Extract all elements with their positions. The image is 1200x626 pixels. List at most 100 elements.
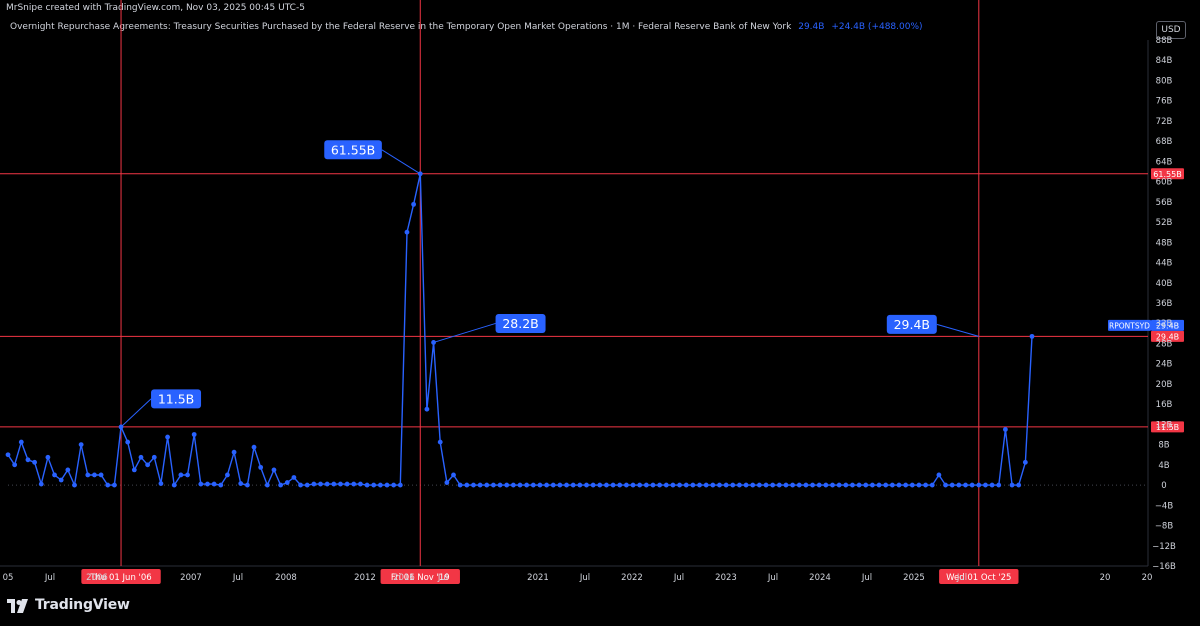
y-tick-label: 80B bbox=[1156, 76, 1173, 86]
data-point bbox=[976, 482, 982, 488]
data-point bbox=[198, 481, 204, 487]
data-point bbox=[983, 482, 988, 488]
data-point bbox=[557, 482, 563, 488]
data-point bbox=[896, 482, 902, 488]
data-point bbox=[304, 482, 310, 488]
data-point bbox=[444, 480, 450, 485]
data-point bbox=[969, 482, 975, 488]
data-point bbox=[45, 454, 51, 460]
data-point bbox=[544, 482, 549, 488]
data-point bbox=[351, 481, 357, 487]
data-point bbox=[437, 439, 443, 445]
data-point bbox=[105, 482, 111, 488]
data-point bbox=[484, 482, 490, 488]
data-point bbox=[324, 481, 330, 487]
data-point bbox=[125, 439, 131, 445]
data-point bbox=[5, 452, 11, 458]
data-point bbox=[929, 482, 935, 488]
data-point bbox=[830, 482, 835, 488]
y-tick-label: −8B bbox=[1155, 522, 1174, 532]
x-tick-label: 20 bbox=[1142, 573, 1153, 583]
data-point bbox=[25, 457, 31, 463]
callout-label: 61.55B bbox=[331, 142, 375, 157]
data-point bbox=[191, 432, 197, 437]
data-point bbox=[530, 482, 536, 488]
tradingview-logo-text: TradingView bbox=[35, 597, 130, 613]
data-point bbox=[331, 481, 337, 487]
data-point bbox=[271, 467, 277, 473]
x-tick-label: 2023 bbox=[715, 573, 737, 583]
y-tick-label: 60B bbox=[1156, 178, 1173, 188]
y-tick-label: −16B bbox=[1152, 562, 1176, 572]
price-chart[interactable]: 61.55B29.4B11.5BRPONTSYD 29.4BThu 01 Jun … bbox=[0, 0, 1200, 626]
x-tick-label: 2024 bbox=[809, 573, 831, 583]
y-tick-label: 20B bbox=[1156, 380, 1173, 390]
data-point bbox=[783, 482, 789, 488]
y-tick-label: 44B bbox=[1156, 259, 1173, 269]
data-point bbox=[564, 482, 569, 488]
data-point bbox=[291, 475, 297, 480]
data-point bbox=[424, 406, 430, 412]
x-tick-label: Jul bbox=[437, 573, 448, 583]
data-point bbox=[111, 482, 117, 488]
data-point bbox=[85, 472, 91, 478]
data-point bbox=[471, 482, 476, 488]
data-point bbox=[12, 462, 18, 468]
data-point bbox=[185, 472, 190, 478]
data-point bbox=[590, 482, 596, 488]
data-point bbox=[630, 482, 636, 488]
data-point bbox=[836, 482, 842, 488]
x-tick-label: 2012 bbox=[354, 573, 376, 583]
data-point bbox=[743, 482, 749, 488]
callout-label: 11.5B bbox=[158, 391, 194, 406]
x-tick-label: 2021 bbox=[527, 573, 549, 583]
data-point bbox=[916, 482, 922, 488]
x-tick-label: 2006 bbox=[86, 573, 108, 583]
y-tick-label: 16B bbox=[1156, 400, 1173, 410]
data-point bbox=[856, 482, 862, 488]
data-point bbox=[78, 442, 84, 448]
data-point bbox=[657, 482, 663, 488]
data-point bbox=[457, 482, 463, 488]
data-point bbox=[750, 482, 756, 488]
x-tick-label: 2025 bbox=[903, 573, 925, 583]
tradingview-logo[interactable]: TradingView bbox=[7, 597, 130, 613]
data-point bbox=[637, 482, 643, 488]
data-point bbox=[358, 481, 363, 487]
x-tick-label: Jul bbox=[673, 573, 684, 583]
data-point bbox=[211, 481, 217, 487]
y-tick-label: 24B bbox=[1156, 360, 1173, 370]
data-point bbox=[58, 477, 64, 483]
data-point bbox=[843, 482, 849, 488]
data-point bbox=[1003, 427, 1008, 432]
data-point bbox=[218, 482, 224, 488]
y-tick-label: 4B bbox=[1158, 461, 1169, 471]
y-tick-label: 0 bbox=[1161, 481, 1166, 491]
data-point bbox=[823, 482, 829, 488]
y-tick-label: 8B bbox=[1158, 441, 1169, 451]
y-tick-label: 12B bbox=[1156, 420, 1173, 430]
data-point bbox=[883, 482, 889, 488]
y-tick-label: 68B bbox=[1156, 137, 1173, 147]
tradingview-logo-icon bbox=[7, 598, 31, 613]
data-point bbox=[889, 482, 895, 488]
data-point bbox=[790, 482, 796, 488]
data-point bbox=[251, 444, 257, 450]
x-tick-label: Jul bbox=[861, 573, 872, 583]
data-point bbox=[517, 482, 523, 488]
data-point bbox=[963, 482, 968, 488]
data-point bbox=[72, 482, 77, 488]
data-point bbox=[510, 482, 516, 488]
y-tick-label: 64B bbox=[1156, 157, 1173, 167]
y-tick-label: −4B bbox=[1155, 501, 1174, 511]
data-point bbox=[165, 434, 170, 440]
callout-leader bbox=[381, 149, 421, 175]
data-point bbox=[524, 482, 530, 488]
data-point bbox=[138, 454, 144, 460]
y-tick-label: 76B bbox=[1156, 97, 1173, 107]
data-point bbox=[643, 482, 649, 488]
data-point bbox=[723, 482, 729, 488]
x-tick-label: Jul bbox=[579, 573, 590, 583]
data-point bbox=[258, 464, 264, 470]
data-point bbox=[863, 482, 869, 488]
